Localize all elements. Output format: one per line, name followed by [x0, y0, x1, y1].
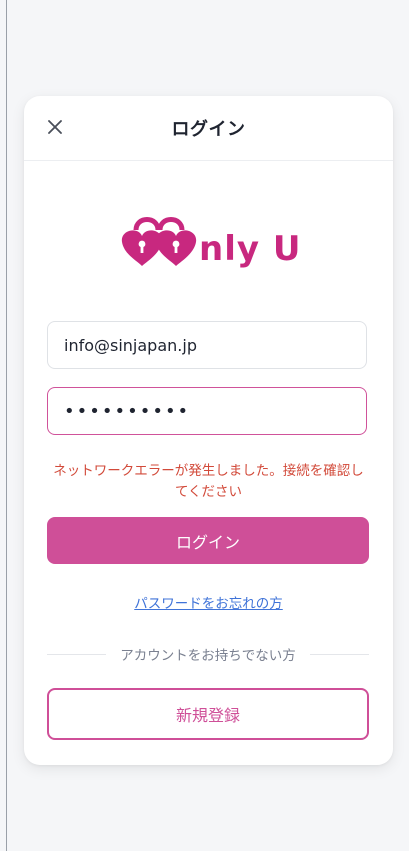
signup-divider: アカウントをお持ちでない方: [47, 644, 369, 664]
page-edge-divider: [6, 0, 7, 851]
password-field[interactable]: [47, 387, 367, 435]
divider-text: アカウントをお持ちでない方: [120, 648, 296, 664]
close-button[interactable]: [44, 116, 66, 138]
email-field[interactable]: [47, 321, 367, 369]
divider-line-right: [309, 653, 369, 655]
modal-header: ログイン: [24, 96, 393, 161]
modal-title: ログイン: [171, 119, 246, 140]
signup-button[interactable]: 新規登録: [47, 688, 369, 740]
login-button[interactable]: ログイン: [47, 517, 369, 564]
divider-line-left: [47, 653, 107, 655]
svg-text:nly U: nly U: [199, 229, 301, 269]
only-u-logo: nly U: [121, 217, 301, 269]
close-icon: [48, 120, 62, 134]
forgot-password-link[interactable]: パスワードをお忘れの方: [24, 592, 393, 612]
login-modal: ログイン nly U ネットワークエラーが発生しました。接続を確認してください …: [24, 96, 393, 765]
error-message: ネットワークエラーが発生しました。接続を確認してください: [53, 463, 364, 500]
